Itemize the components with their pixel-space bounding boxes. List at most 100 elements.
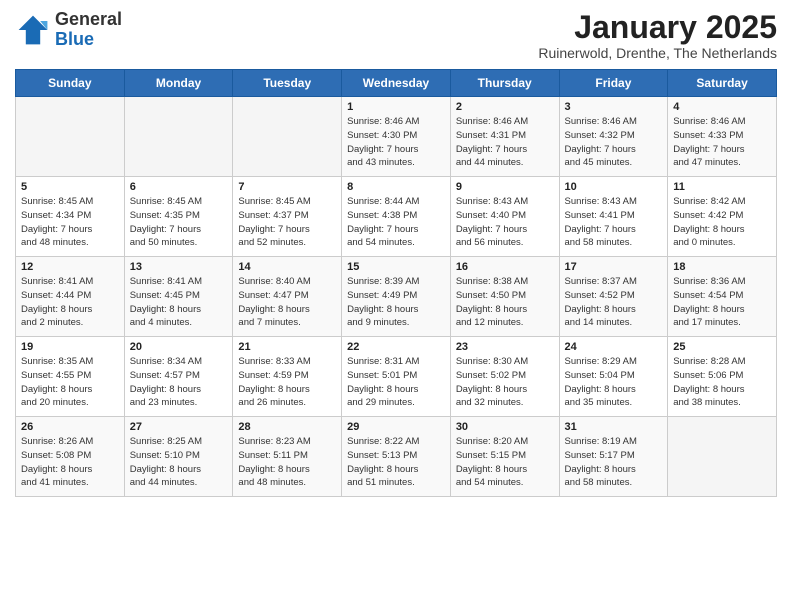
day-info: Sunrise: 8:45 AM Sunset: 4:34 PM Dayligh… — [21, 195, 119, 250]
day-info: Sunrise: 8:46 AM Sunset: 4:33 PM Dayligh… — [673, 115, 771, 170]
calendar-cell: 22 Sunrise: 8:31 AM Sunset: 5:01 PM Dayli… — [342, 337, 451, 417]
logo: General Blue — [15, 10, 122, 50]
day-info: Sunrise: 8:28 AM Sunset: 5:06 PM Dayligh… — [673, 355, 771, 410]
weekday-header-row: SundayMondayTuesdayWednesdayThursdayFrid… — [16, 70, 777, 97]
day-info: Sunrise: 8:42 AM Sunset: 4:42 PM Dayligh… — [673, 195, 771, 250]
calendar-week-row: 1Sunrise: 8:46 AM Sunset: 4:30 PM Daylig… — [16, 97, 777, 177]
day-info: Sunrise: 8:31 AM Sunset: 5:01 PM Dayligh… — [347, 355, 445, 410]
day-info: Sunrise: 8:39 AM Sunset: 4:49 PM Dayligh… — [347, 275, 445, 330]
day-info: Sunrise: 8:43 AM Sunset: 4:40 PM Dayligh… — [456, 195, 554, 250]
day-number: 23 — [456, 341, 554, 353]
calendar-cell: 28Sunrise: 8:23 AM Sunset: 5:11 PM Dayli… — [233, 417, 342, 497]
day-info: Sunrise: 8:41 AM Sunset: 4:44 PM Dayligh… — [21, 275, 119, 330]
day-info: Sunrise: 8:33 AM Sunset: 4:59 PM Dayligh… — [238, 355, 336, 410]
logo-icon — [15, 12, 51, 48]
calendar-cell: 20 Sunrise: 8:34 AM Sunset: 4:57 PM Dayli… — [124, 337, 233, 417]
calendar-cell: 25 Sunrise: 8:28 AM Sunset: 5:06 PM Dayli… — [668, 337, 777, 417]
day-info: Sunrise: 8:25 AM Sunset: 5:10 PM Dayligh… — [130, 435, 228, 490]
day-number: 29 — [347, 421, 445, 433]
calendar-cell: 5 Sunrise: 8:45 AM Sunset: 4:34 PM Daylig… — [16, 177, 125, 257]
day-info: Sunrise: 8:44 AM Sunset: 4:38 PM Dayligh… — [347, 195, 445, 250]
day-info: Sunrise: 8:20 AM Sunset: 5:15 PM Dayligh… — [456, 435, 554, 490]
day-number: 4 — [673, 101, 771, 113]
day-number: 12 — [21, 261, 119, 273]
calendar-cell: 12 Sunrise: 8:41 AM Sunset: 4:44 PM Dayli… — [16, 257, 125, 337]
calendar-cell: 14 Sunrise: 8:40 AM Sunset: 4:47 PM Dayli… — [233, 257, 342, 337]
day-number: 22 — [347, 341, 445, 353]
day-info: Sunrise: 8:43 AM Sunset: 4:41 PM Dayligh… — [565, 195, 663, 250]
weekday-header-wednesday: Wednesday — [342, 70, 451, 97]
day-number: 30 — [456, 421, 554, 433]
day-info: Sunrise: 8:45 AM Sunset: 4:37 PM Dayligh… — [238, 195, 336, 250]
day-info: Sunrise: 8:35 AM Sunset: 4:55 PM Dayligh… — [21, 355, 119, 410]
day-number: 14 — [238, 261, 336, 273]
calendar-cell — [233, 97, 342, 177]
day-number: 19 — [21, 341, 119, 353]
calendar-cell: 6 Sunrise: 8:45 AM Sunset: 4:35 PM Daylig… — [124, 177, 233, 257]
logo-blue-text: Blue — [55, 30, 122, 50]
calendar-cell: 9Sunrise: 8:43 AM Sunset: 4:40 PM Daylig… — [450, 177, 559, 257]
calendar-cell: 8 Sunrise: 8:44 AM Sunset: 4:38 PM Daylig… — [342, 177, 451, 257]
title-block: January 2025 Ruinerwold, Drenthe, The Ne… — [538, 10, 777, 61]
weekday-header-saturday: Saturday — [668, 70, 777, 97]
calendar-cell: 18 Sunrise: 8:36 AM Sunset: 4:54 PM Dayli… — [668, 257, 777, 337]
day-info: Sunrise: 8:38 AM Sunset: 4:50 PM Dayligh… — [456, 275, 554, 330]
calendar-cell: 7Sunrise: 8:45 AM Sunset: 4:37 PM Daylig… — [233, 177, 342, 257]
day-info: Sunrise: 8:26 AM Sunset: 5:08 PM Dayligh… — [21, 435, 119, 490]
day-number: 5 — [21, 181, 119, 193]
month-title: January 2025 — [538, 10, 777, 45]
day-info: Sunrise: 8:46 AM Sunset: 4:30 PM Dayligh… — [347, 115, 445, 170]
calendar-week-row: 26Sunrise: 8:26 AM Sunset: 5:08 PM Dayli… — [16, 417, 777, 497]
day-number: 6 — [130, 181, 228, 193]
day-info: Sunrise: 8:30 AM Sunset: 5:02 PM Dayligh… — [456, 355, 554, 410]
location-text: Ruinerwold, Drenthe, The Netherlands — [538, 45, 777, 61]
calendar-cell: 11 Sunrise: 8:42 AM Sunset: 4:42 PM Dayli… — [668, 177, 777, 257]
day-number: 27 — [130, 421, 228, 433]
day-number: 24 — [565, 341, 663, 353]
day-info: Sunrise: 8:36 AM Sunset: 4:54 PM Dayligh… — [673, 275, 771, 330]
day-info: Sunrise: 8:45 AM Sunset: 4:35 PM Dayligh… — [130, 195, 228, 250]
calendar-cell: 27 Sunrise: 8:25 AM Sunset: 5:10 PM Dayli… — [124, 417, 233, 497]
calendar-table: SundayMondayTuesdayWednesdayThursdayFrid… — [15, 69, 777, 497]
calendar-week-row: 12 Sunrise: 8:41 AM Sunset: 4:44 PM Dayli… — [16, 257, 777, 337]
logo-general-text: General — [55, 10, 122, 30]
calendar-cell: 1Sunrise: 8:46 AM Sunset: 4:30 PM Daylig… — [342, 97, 451, 177]
day-number: 20 — [130, 341, 228, 353]
day-info: Sunrise: 8:23 AM Sunset: 5:11 PM Dayligh… — [238, 435, 336, 490]
day-number: 3 — [565, 101, 663, 113]
calendar-cell: 31Sunrise: 8:19 AM Sunset: 5:17 PM Dayli… — [559, 417, 668, 497]
calendar-cell — [16, 97, 125, 177]
day-number: 8 — [347, 181, 445, 193]
day-info: Sunrise: 8:46 AM Sunset: 4:31 PM Dayligh… — [456, 115, 554, 170]
calendar-cell — [668, 417, 777, 497]
day-number: 31 — [565, 421, 663, 433]
calendar-cell: 17Sunrise: 8:37 AM Sunset: 4:52 PM Dayli… — [559, 257, 668, 337]
weekday-header-tuesday: Tuesday — [233, 70, 342, 97]
day-number: 11 — [673, 181, 771, 193]
day-number: 21 — [238, 341, 336, 353]
calendar-cell: 15 Sunrise: 8:39 AM Sunset: 4:49 PM Dayli… — [342, 257, 451, 337]
calendar-cell: 23 Sunrise: 8:30 AM Sunset: 5:02 PM Dayli… — [450, 337, 559, 417]
calendar-cell: 4 Sunrise: 8:46 AM Sunset: 4:33 PM Daylig… — [668, 97, 777, 177]
calendar-cell: 16 Sunrise: 8:38 AM Sunset: 4:50 PM Dayli… — [450, 257, 559, 337]
day-number: 25 — [673, 341, 771, 353]
calendar-cell: 10Sunrise: 8:43 AM Sunset: 4:41 PM Dayli… — [559, 177, 668, 257]
day-info: Sunrise: 8:22 AM Sunset: 5:13 PM Dayligh… — [347, 435, 445, 490]
calendar-cell: 24 Sunrise: 8:29 AM Sunset: 5:04 PM Dayli… — [559, 337, 668, 417]
day-number: 15 — [347, 261, 445, 273]
page-header: General Blue January 2025 Ruinerwold, Dr… — [15, 10, 777, 61]
day-number: 17 — [565, 261, 663, 273]
day-number: 13 — [130, 261, 228, 273]
day-number: 18 — [673, 261, 771, 273]
calendar-cell: 13Sunrise: 8:41 AM Sunset: 4:45 PM Dayli… — [124, 257, 233, 337]
weekday-header-monday: Monday — [124, 70, 233, 97]
weekday-header-thursday: Thursday — [450, 70, 559, 97]
day-info: Sunrise: 8:40 AM Sunset: 4:47 PM Dayligh… — [238, 275, 336, 330]
day-number: 16 — [456, 261, 554, 273]
calendar-cell: 29 Sunrise: 8:22 AM Sunset: 5:13 PM Dayli… — [342, 417, 451, 497]
day-info: Sunrise: 8:29 AM Sunset: 5:04 PM Dayligh… — [565, 355, 663, 410]
calendar-cell: 21 Sunrise: 8:33 AM Sunset: 4:59 PM Dayli… — [233, 337, 342, 417]
weekday-header-sunday: Sunday — [16, 70, 125, 97]
day-info: Sunrise: 8:34 AM Sunset: 4:57 PM Dayligh… — [130, 355, 228, 410]
calendar-cell: 30 Sunrise: 8:20 AM Sunset: 5:15 PM Dayli… — [450, 417, 559, 497]
